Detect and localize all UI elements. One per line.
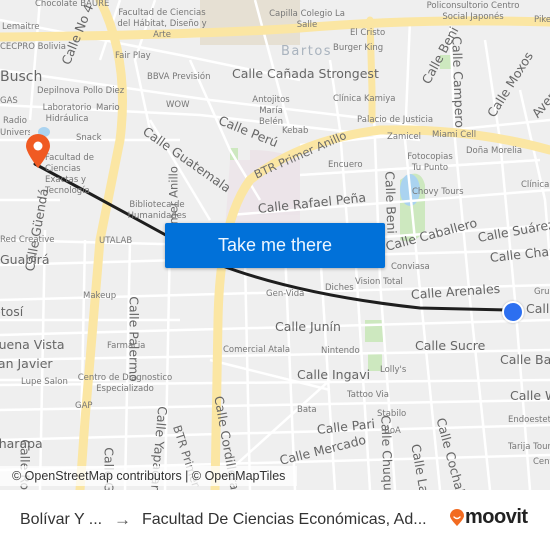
- district-label: Bartos: [281, 44, 333, 59]
- poi-label: UTALAB: [99, 236, 133, 246]
- poi-label: Depilnova: [37, 86, 80, 96]
- arrow-right-icon: →: [114, 510, 131, 529]
- poi-label: CECPRO Bolivia: [0, 42, 67, 52]
- poi-label: Lupe Salon: [21, 377, 68, 387]
- poi-label: Pollo Diez: [83, 86, 125, 96]
- street-label: Calle W: [510, 388, 550, 403]
- poi-label: Chocolate BAURE: [35, 0, 110, 9]
- destination-pin-icon[interactable]: [24, 133, 52, 169]
- street-label: Calle Chuquisaca: [378, 414, 398, 490]
- poi-label: El Cristo: [350, 28, 386, 38]
- street-label: Busch: [0, 69, 43, 85]
- poi-label: Chovy Tours: [412, 187, 464, 197]
- poi-label: Facultad de Ciencias del Hábitat, Diseño…: [117, 8, 207, 40]
- poi-label: Policonsultorio Centro Social Japonés: [426, 1, 520, 22]
- street-label: Buena Vista: [0, 337, 65, 352]
- origin-stop-marker[interactable]: [502, 301, 524, 323]
- poi-label: Endoestetica: [508, 415, 550, 425]
- poi-label: Clínica Kamiya: [333, 94, 396, 104]
- street-label: San Javier: [0, 356, 53, 371]
- poi-label: Tattoo Via: [347, 390, 389, 400]
- poi-label: Makeup: [83, 291, 117, 301]
- street-label: Calle Ballivián: [500, 352, 550, 367]
- street-label: Calle Sucre: [415, 338, 486, 353]
- moovit-wordmark: moovit: [465, 506, 528, 528]
- take-me-there-button[interactable]: Take me there: [165, 223, 385, 268]
- poi-label: Bata: [297, 405, 317, 415]
- poi-label: WOW: [166, 100, 190, 110]
- street-label: Charapa: [0, 436, 43, 451]
- moovit-pin-icon: [450, 508, 464, 526]
- map-canvas[interactable]: Chocolate BAURE Lemaitre CECPRO Bolivia …: [0, 0, 550, 490]
- poi-label: Nintendo: [321, 346, 360, 356]
- poi-label: Snack: [76, 133, 102, 143]
- poi-label: Fotocopias Tu Punto: [407, 152, 453, 173]
- street-label: Calle Bolívar: [526, 301, 550, 316]
- attribution-text: © OpenStreetMap contributors | © OpenMap…: [12, 469, 286, 483]
- map-attribution: © OpenStreetMap contributors | © OpenMap…: [0, 466, 298, 486]
- street-label: Calle Ingavi: [297, 367, 371, 382]
- poi-label: Antojitos María Belén: [252, 95, 290, 127]
- poi-label: Laboratorio Hidráulica: [42, 103, 92, 124]
- poi-label: Fair Play: [115, 51, 151, 61]
- poi-label: Comercial Atala: [223, 345, 291, 355]
- poi-label: Lemaitre: [2, 22, 40, 32]
- poi-label: Gen-Vida: [266, 289, 305, 299]
- destination-label: Facultad De Ciencias Económicas, Ad...: [142, 511, 427, 528]
- street-label: Calle Palermo: [126, 296, 142, 382]
- poi-label: Burger King: [333, 43, 384, 53]
- poi-label: Zamicel: [387, 132, 421, 142]
- poi-label: BBVA Previsión: [147, 72, 211, 82]
- poi-label: Doña Morelia: [466, 146, 523, 156]
- poi-label: Grupo: [534, 287, 550, 297]
- poi-label: Diches: [325, 283, 354, 293]
- poi-label: Clínica: [521, 180, 550, 190]
- poi-label: Centro de Diagnostico Especializado: [77, 373, 173, 394]
- poi-label: Conviasa: [391, 262, 430, 272]
- poi-label: Capilla Colegio La Salle: [269, 9, 345, 30]
- poi-label: Tarija Tours: [508, 442, 550, 452]
- poi-label: Mario: [96, 103, 120, 113]
- poi-label: Centro: [533, 457, 550, 467]
- poi-label: Palacio de Justicia: [357, 115, 434, 125]
- poi-label: Facultad de Ciencias Exactas y Tecnologí…: [45, 153, 95, 196]
- footer-bar: Bolívar Y ... → Facultad De Ciencias Eco…: [0, 490, 550, 550]
- street-label: Calle Junín: [275, 319, 341, 334]
- poi-label: GAS: [0, 96, 18, 106]
- moovit-logo[interactable]: moovit: [449, 506, 528, 529]
- plaza-park: [365, 320, 383, 342]
- poi-label: GAP: [75, 401, 93, 411]
- poi-label: Pike: [534, 15, 550, 25]
- poi-label: Miami Cell: [432, 130, 477, 140]
- poi-label: Kebab: [282, 126, 309, 136]
- poi-label: Vision Total: [355, 277, 403, 287]
- poi-label: Encuero: [328, 160, 363, 170]
- street-label: Calle Campero: [449, 35, 468, 129]
- street-label: Calle Cañada Strongest: [232, 66, 379, 81]
- street-label: Potosí: [0, 304, 24, 319]
- poi-label: Lolly's: [380, 365, 407, 375]
- origin-label: Bolívar Y ...: [20, 511, 103, 528]
- street-label: Guabirá: [0, 252, 50, 267]
